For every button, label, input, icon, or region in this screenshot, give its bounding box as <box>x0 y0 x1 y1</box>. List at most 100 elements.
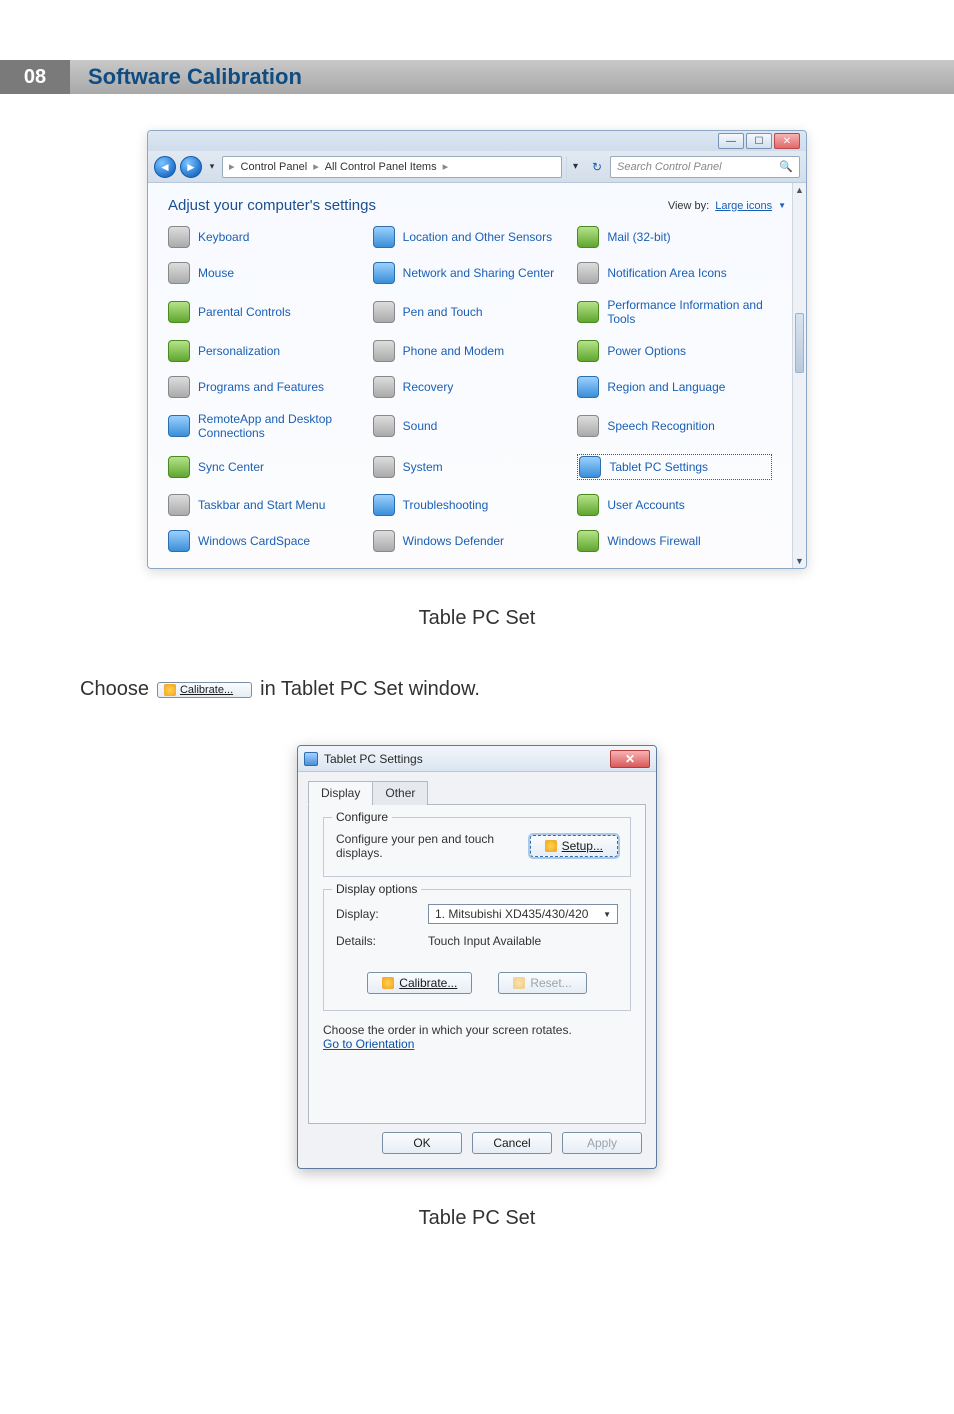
ok-button[interactable]: OK <box>382 1132 462 1154</box>
configure-text: Configure your pen and touch displays. <box>336 832 516 860</box>
control-panel-item[interactable]: Recovery <box>373 376 568 398</box>
setup-button-label: Setup... <box>562 839 603 853</box>
control-panel-item[interactable]: RemoteApp and Desktop Connections <box>168 412 363 440</box>
orientation-text: Choose the order in which your screen ro… <box>323 1023 631 1037</box>
window-controls: — ☐ ✕ <box>148 131 806 151</box>
control-panel-item[interactable]: Parental Controls <box>168 298 363 326</box>
control-panel-item-icon <box>373 262 395 284</box>
control-panel-item[interactable]: Power Options <box>577 340 772 362</box>
control-panel-item-icon <box>373 494 395 516</box>
control-panel-item-label: Taskbar and Start Menu <box>198 498 325 512</box>
minimize-button[interactable]: — <box>718 133 744 149</box>
control-panel-item[interactable]: Pen and Touch <box>373 298 568 326</box>
control-panel-item-icon <box>373 456 395 478</box>
control-panel-item-icon <box>577 226 599 248</box>
control-panel-item-label: Sync Center <box>198 460 264 474</box>
control-panel-window: — ☐ ✕ ◄ ► ▾ ▸ Control Panel ▸ All Contro… <box>147 130 807 569</box>
control-panel-item-label: Mouse <box>198 266 234 280</box>
control-panel-item-icon <box>168 456 190 478</box>
control-panel-item[interactable]: Network and Sharing Center <box>373 262 568 284</box>
control-panel-item[interactable]: Tablet PC Settings <box>577 454 772 480</box>
scroll-thumb[interactable] <box>795 313 804 373</box>
control-panel-item-label: Keyboard <box>198 230 249 244</box>
details-value: Touch Input Available <box>428 934 618 948</box>
scrollbar[interactable]: ▲ ▼ <box>792 183 806 568</box>
control-panel-item-label: Windows CardSpace <box>198 534 310 548</box>
tab-other[interactable]: Other <box>372 781 428 805</box>
control-panel-item[interactable]: Keyboard <box>168 226 363 248</box>
setup-button[interactable]: Setup... <box>530 835 618 857</box>
instruction-text-after: in Tablet PC Set window. <box>260 678 480 701</box>
back-button[interactable]: ◄ <box>154 156 176 178</box>
cancel-button[interactable]: Cancel <box>472 1132 552 1154</box>
view-by-value[interactable]: Large icons <box>715 200 772 212</box>
control-panel-item[interactable]: Mail (32-bit) <box>577 226 772 248</box>
crumb-2[interactable]: All Control Panel Items <box>325 161 437 173</box>
control-panel-item[interactable]: Mouse <box>168 262 363 284</box>
control-panel-item-label: User Accounts <box>607 498 684 512</box>
maximize-button[interactable]: ☐ <box>746 133 772 149</box>
control-panel-item[interactable]: System <box>373 454 568 480</box>
control-panel-item[interactable]: Windows CardSpace <box>168 530 363 552</box>
search-placeholder: Search Control Panel <box>617 161 722 173</box>
figure-caption-1: Table PC Set <box>0 607 954 630</box>
breadcrumb[interactable]: ▸ Control Panel ▸ All Control Panel Item… <box>222 156 562 178</box>
control-panel-item[interactable]: Personalization <box>168 340 363 362</box>
control-panel-item[interactable]: Programs and Features <box>168 376 363 398</box>
search-icon: 🔍 <box>779 160 793 173</box>
section-number: 08 <box>0 60 70 94</box>
page-heading: Adjust your computer's settings <box>168 197 376 214</box>
control-panel-item[interactable]: Region and Language <box>577 376 772 398</box>
control-panel-item-icon <box>577 415 599 437</box>
control-panel-item[interactable]: Troubleshooting <box>373 494 568 516</box>
control-panel-item[interactable]: Taskbar and Start Menu <box>168 494 363 516</box>
shield-icon <box>513 977 525 989</box>
control-panel-item[interactable]: Phone and Modem <box>373 340 568 362</box>
tabs: Display Other <box>308 780 646 805</box>
view-by[interactable]: View by: Large icons ▼ <box>668 200 786 212</box>
history-dropdown-icon[interactable]: ▾ <box>206 156 218 178</box>
control-panel-item-label: Windows Defender <box>403 534 504 548</box>
control-panel-item-icon <box>577 494 599 516</box>
control-panel-item[interactable]: Notification Area Icons <box>577 262 772 284</box>
control-panel-item[interactable]: Location and Other Sensors <box>373 226 568 248</box>
search-input[interactable]: Search Control Panel 🔍 <box>610 156 800 178</box>
crumb-1[interactable]: Control Panel <box>241 161 308 173</box>
chevron-right-icon: ▸ <box>313 160 319 173</box>
address-bar: ◄ ► ▾ ▸ Control Panel ▸ All Control Pane… <box>148 151 806 183</box>
close-button[interactable]: ✕ <box>774 133 800 149</box>
breadcrumb-dropdown-icon[interactable]: ▾ <box>566 156 584 178</box>
control-panel-item[interactable]: Windows Firewall <box>577 530 772 552</box>
go-to-orientation-link[interactable]: Go to Orientation <box>323 1037 414 1051</box>
tab-display[interactable]: Display <box>308 781 373 805</box>
details-label: Details: <box>336 934 376 948</box>
control-panel-item-label: Recovery <box>403 380 454 394</box>
control-panel-item-label: Network and Sharing Center <box>403 266 554 280</box>
reset-button-label: Reset... <box>530 976 571 990</box>
calibrate-button[interactable]: Calibrate... <box>367 972 472 994</box>
refresh-icon[interactable]: ↻ <box>588 156 606 178</box>
scroll-up-icon[interactable]: ▲ <box>793 183 806 197</box>
apply-button[interactable]: Apply <box>562 1132 642 1154</box>
control-panel-item[interactable]: Sync Center <box>168 454 363 480</box>
display-select[interactable]: 1. Mitsubishi XD435/430/420 ▼ <box>428 904 618 924</box>
calibrate-button-inline: Calibrate... <box>157 682 252 698</box>
scroll-down-icon[interactable]: ▼ <box>793 554 806 568</box>
control-panel-item-label: Sound <box>403 419 438 433</box>
control-panel-item-label: Mail (32-bit) <box>607 230 670 244</box>
control-panel-item-label: Location and Other Sensors <box>403 230 552 244</box>
control-panel-item[interactable]: Speech Recognition <box>577 412 772 440</box>
control-panel-item[interactable]: Sound <box>373 412 568 440</box>
control-panel-item[interactable]: Windows Defender <box>373 530 568 552</box>
control-panel-item-icon <box>577 376 599 398</box>
control-panel-item[interactable]: User Accounts <box>577 494 772 516</box>
control-panel-item-icon <box>168 262 190 284</box>
reset-button[interactable]: Reset... <box>498 972 586 994</box>
dialog-title: Tablet PC Settings <box>324 752 423 766</box>
tablet-pc-settings-dialog: Tablet PC Settings ✕ Display Other Confi… <box>297 745 657 1169</box>
dialog-close-button[interactable]: ✕ <box>610 750 650 768</box>
control-panel-item-label: Phone and Modem <box>403 344 504 358</box>
forward-button[interactable]: ► <box>180 156 202 178</box>
control-panel-item[interactable]: Performance Information and Tools <box>577 298 772 326</box>
chevron-right-icon: ▸ <box>443 160 449 173</box>
